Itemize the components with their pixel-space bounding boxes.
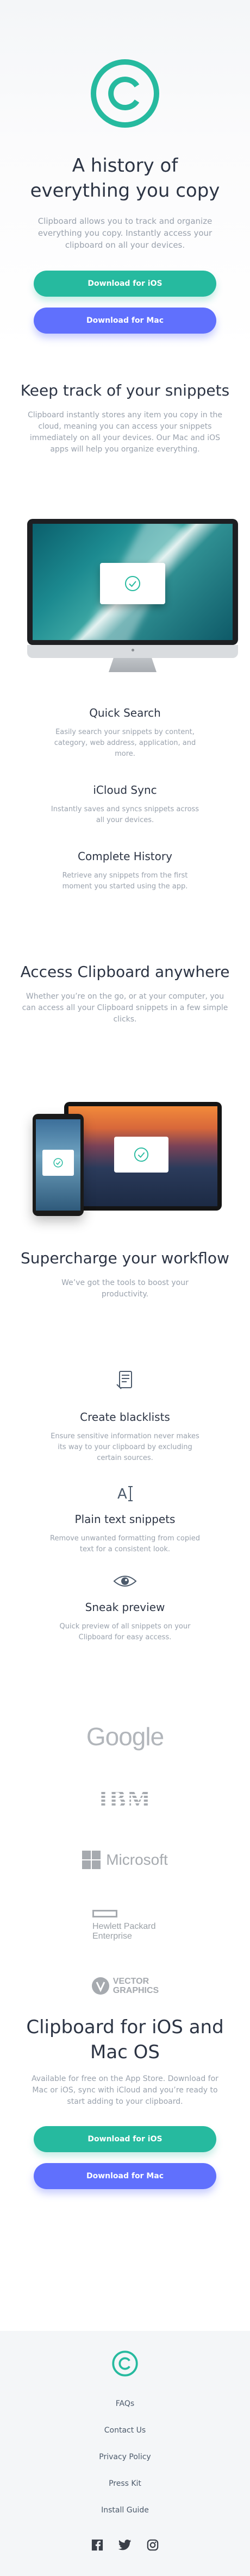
vector-graphics-logo: VECTOR GRAPHICS xyxy=(0,1972,250,2000)
footer-link-press-kit[interactable]: Press Kit xyxy=(0,2478,250,2489)
feature-plain-text-snippets: Plain text snippets Remove unwanted form… xyxy=(0,1512,250,1555)
hero-title: A history of everything you copy xyxy=(30,155,220,202)
feature-sneak-preview: Sneak preview Quick preview of all snipp… xyxy=(0,1600,250,1643)
cta-title: Clipboard for iOS and Mac OS xyxy=(26,2016,224,2063)
hero-download-mac-button[interactable]: Download for Mac xyxy=(34,308,216,334)
cta-text: Available for free on the App Store. Dow… xyxy=(32,2074,218,2106)
feature-text: Retrieve any snippets from the first mom… xyxy=(62,872,188,891)
twitter-icon[interactable] xyxy=(118,2539,132,2551)
cta-section: Clipboard for iOS and Mac OS Available f… xyxy=(0,2015,250,2189)
imac-illustration xyxy=(27,519,238,676)
snippets-section: Keep track of your snippets Clipboard in… xyxy=(0,380,250,455)
feature-icloud-sync: iCloud Sync Instantly saves and syncs sn… xyxy=(0,782,250,826)
google-logo: Google xyxy=(0,1720,250,1753)
microsoft-logo: Microsoft xyxy=(0,1846,250,1873)
access-title: Access Clipboard anywhere xyxy=(20,963,230,981)
hp-logo-line2: Enterprise xyxy=(92,1932,132,1941)
check-circle-icon xyxy=(125,576,140,591)
access-text: Whether you’re on the go, or at your com… xyxy=(22,992,228,1024)
footer-nav: FAQs Contact Us Privacy Policy Press Kit… xyxy=(0,2398,250,2531)
facebook-icon[interactable] xyxy=(91,2539,103,2551)
eye-icon xyxy=(113,1576,137,1587)
feature-text: Instantly saves and syncs snippets acros… xyxy=(51,805,199,824)
footer-link-faqs[interactable]: FAQs xyxy=(0,2398,250,2409)
hewlett-packard-logo: Hewlett Packard Enterprise xyxy=(0,1906,250,1945)
ibm-logo: IBM xyxy=(0,1782,250,1815)
cta-download-ios-button[interactable]: Download for iOS xyxy=(34,2126,216,2152)
footer-link-contact-us[interactable]: Contact Us xyxy=(0,2425,250,2436)
feature-text: Easily search your snippets by content, … xyxy=(54,728,196,758)
vector-graphics-mark-icon xyxy=(91,1977,109,1995)
feature-title: Quick Search xyxy=(89,706,161,719)
blacklist-icon-wrap xyxy=(0,1369,250,1392)
footer-link-privacy-policy[interactable]: Privacy Policy xyxy=(0,2452,250,2462)
google-logo-text: Google xyxy=(86,1722,164,1751)
vector-logo-line1: VECTOR xyxy=(112,1977,149,1986)
feature-text: Remove unwanted formatting from copied t… xyxy=(50,1534,200,1553)
hero-section: A history of everything you copy Clipboa… xyxy=(0,0,250,354)
feature-title: Plain text snippets xyxy=(74,1513,176,1526)
supercharge-title: Supercharge your workflow xyxy=(21,1249,229,1267)
footer-clipboard-logo-icon[interactable] xyxy=(112,2351,138,2377)
cta-download-mac-button[interactable]: Download for Mac xyxy=(34,2163,216,2189)
microsoft-squares-icon xyxy=(82,1851,101,1869)
svg-text:A: A xyxy=(117,1486,127,1502)
footer: FAQs Contact Us Privacy Policy Press Kit… xyxy=(0,2331,250,2576)
clipboard-logo-icon xyxy=(91,59,159,128)
hero-text: Clipboard allows you to track and organi… xyxy=(38,216,212,250)
snippets-title: Keep track of your snippets xyxy=(20,381,230,399)
blacklist-icon xyxy=(116,1371,132,1389)
supercharge-section: Supercharge your workflow We’ve got the … xyxy=(0,1248,250,1300)
access-section: Access Clipboard anywhere Whether you’re… xyxy=(0,962,250,1025)
feature-create-blacklists: Create blacklists Ensure sensitive infor… xyxy=(0,1409,250,1464)
feature-title: Sneak preview xyxy=(85,1601,165,1614)
eye-icon-wrap xyxy=(0,1574,250,1591)
feature-title: iCloud Sync xyxy=(93,784,157,797)
feature-text: Ensure sensitive information never makes… xyxy=(51,1432,199,1462)
instagram-icon[interactable] xyxy=(147,2539,159,2551)
microsoft-logo-text: Microsoft xyxy=(106,1851,168,1868)
feature-title: Create blacklists xyxy=(80,1411,170,1424)
text-cursor-icon: A xyxy=(117,1486,133,1502)
text-cursor-icon-wrap: A xyxy=(0,1483,250,1505)
check-circle-icon xyxy=(53,1158,63,1168)
check-circle-icon xyxy=(134,1147,149,1162)
snippets-text: Clipboard instantly stores any item you … xyxy=(27,411,223,454)
hero-download-ios-button[interactable]: Download for iOS xyxy=(34,271,216,297)
feature-complete-history: Complete History Retrieve any snippets f… xyxy=(0,849,250,892)
social-links xyxy=(0,2539,250,2551)
vector-logo-line2: GRAPHICS xyxy=(112,1986,159,1995)
supercharge-text: We’ve got the tools to boost your produc… xyxy=(61,1278,189,1299)
hp-logo-line1: Hewlett Packard xyxy=(92,1922,156,1931)
feature-quick-search: Quick Search Easily search your snippets… xyxy=(0,705,250,760)
footer-link-install-guide[interactable]: Install Guide xyxy=(0,2505,250,2516)
feature-title: Complete History xyxy=(78,850,172,863)
ibm-logo-text: IBM xyxy=(98,1784,152,1813)
feature-text: Quick preview of all snippets on your Cl… xyxy=(59,1622,191,1641)
devices-illustration xyxy=(33,1102,228,1216)
landing-page: A history of everything you copy Clipboa… xyxy=(0,0,250,2576)
